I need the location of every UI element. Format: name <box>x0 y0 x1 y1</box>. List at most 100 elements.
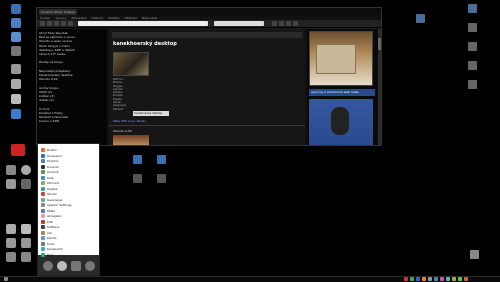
trash-icon[interactable] <box>11 46 21 56</box>
start-menu-footer <box>38 255 99 275</box>
pen-tool-icon[interactable] <box>11 64 21 74</box>
computer-icon[interactable] <box>11 4 21 14</box>
app-icon <box>41 214 45 218</box>
menu-help[interactable]: Nápověda <box>142 16 157 20</box>
app-icon <box>41 153 45 158</box>
section-screenshot[interactable] <box>113 135 149 145</box>
favorites-icon[interactable] <box>43 261 53 271</box>
tray-icon[interactable] <box>458 277 462 281</box>
addon-icon[interactable] <box>286 21 291 26</box>
reload-icon[interactable] <box>54 21 59 26</box>
app-icon <box>41 181 45 185</box>
app-icon <box>41 236 45 240</box>
tray-icon[interactable] <box>464 277 468 281</box>
drive-icon[interactable] <box>468 42 477 51</box>
user-icon[interactable] <box>21 224 31 234</box>
recent-icon[interactable] <box>85 261 95 271</box>
tray-icon[interactable] <box>404 277 408 281</box>
menu-view[interactable]: Zobrazení <box>71 16 86 20</box>
tray-icon[interactable] <box>440 277 444 281</box>
post-title[interactable]: kanekhoerský desktop <box>113 41 301 47</box>
screenshot-window <box>316 44 356 74</box>
home-folder-icon[interactable] <box>11 18 21 28</box>
tools-icon[interactable] <box>6 179 16 189</box>
blog-right-column: Aquí my z Aluminium web news <box>307 29 378 145</box>
download-icon[interactable] <box>272 21 277 26</box>
network-icon[interactable] <box>11 32 21 42</box>
browser-tab[interactable]: Kaushal Ghaar bloguje <box>39 8 77 15</box>
section-title[interactable]: Ubuntu 9.04 <box>113 129 132 133</box>
avatar-image[interactable] <box>309 99 373 145</box>
settings-icon[interactable] <box>293 21 298 26</box>
tray-icon[interactable] <box>422 277 426 281</box>
menu-tools[interactable]: Nástroje <box>125 16 138 20</box>
start-menu-item-label: Kaffeine <box>47 225 60 229</box>
home-icon[interactable] <box>68 21 73 26</box>
pencil-tool-icon[interactable] <box>11 94 21 104</box>
start-menu-item-label: Kcalc <box>47 241 55 246</box>
menu-edit[interactable]: Úpravy <box>56 16 67 20</box>
app-icon <box>41 225 45 229</box>
start-menu-item-label: Akregator <box>47 214 62 218</box>
applications-icon[interactable] <box>57 261 67 271</box>
tray-icon[interactable] <box>428 277 432 281</box>
tray-icon[interactable] <box>410 277 414 281</box>
tooltip: kanekhoerský desktop <box>133 111 169 116</box>
desktop-screenshot[interactable] <box>309 31 373 86</box>
start-menu-item-label: Help <box>47 252 54 257</box>
folder-icon[interactable] <box>6 252 16 262</box>
app-icon <box>41 203 45 207</box>
menu-file[interactable]: Soubor <box>40 16 51 20</box>
computer-icon[interactable] <box>71 261 81 271</box>
stop-icon[interactable] <box>61 21 66 26</box>
app-launcher-icon[interactable] <box>11 144 25 156</box>
folder-icon[interactable] <box>21 238 31 248</box>
start-menu-item[interactable]: Help <box>41 252 99 258</box>
back-icon[interactable] <box>40 21 45 26</box>
menu-history[interactable]: Historie <box>91 16 103 20</box>
forward-icon[interactable] <box>47 21 52 26</box>
menu-icon[interactable] <box>4 277 8 281</box>
folder-icon[interactable] <box>6 224 16 234</box>
computer-icon[interactable] <box>468 4 477 13</box>
start-menu-item-label: Kwrite <box>47 236 57 240</box>
drive-icon[interactable] <box>468 80 477 89</box>
folder-icon[interactable] <box>6 238 16 248</box>
computer-icon[interactable] <box>416 14 425 23</box>
desktop-icon[interactable] <box>157 174 166 183</box>
start-menu-item-label: Dolphin <box>47 159 59 163</box>
post-screenshot[interactable] <box>113 52 149 76</box>
url-input[interactable] <box>78 21 208 26</box>
avatar-figure <box>331 107 349 135</box>
tray-icon[interactable] <box>452 277 456 281</box>
start-menu-item-label: Konqueror <box>47 153 63 158</box>
tray-icon[interactable] <box>446 277 450 281</box>
menu-bookmarks[interactable]: Záložky <box>108 16 120 20</box>
folder-icon[interactable] <box>21 252 31 262</box>
scroll-thumb[interactable] <box>378 38 381 50</box>
start-menu-item-label: Okular <box>47 192 57 196</box>
bookmark-icon[interactable] <box>279 21 284 26</box>
blog-main: kanekhoerský desktop KDE 4.2 Plasma Oxygen… <box>109 29 305 145</box>
banner-heading[interactable]: Aquí my z Aluminium web news <box>309 89 375 96</box>
brush-tool-icon[interactable] <box>11 79 21 89</box>
desktop-icon[interactable] <box>157 155 166 164</box>
app-icon <box>41 192 45 196</box>
close-x-icon[interactable] <box>21 179 31 189</box>
drive-icon[interactable] <box>468 61 477 70</box>
trash-icon[interactable] <box>470 250 479 259</box>
app-icon <box>41 164 45 169</box>
search-input[interactable] <box>214 21 264 26</box>
drive-icon[interactable] <box>468 23 477 32</box>
shield-icon[interactable] <box>6 165 16 175</box>
tray-icon[interactable] <box>434 277 438 281</box>
display-icon[interactable] <box>11 109 21 119</box>
desktop-icon[interactable] <box>133 174 142 183</box>
app-icon <box>41 241 45 246</box>
help-icon[interactable] <box>21 165 31 175</box>
app-icon <box>41 148 45 152</box>
blog-navigation[interactable] <box>112 32 302 38</box>
tray-icon[interactable] <box>416 277 420 281</box>
post-tags[interactable]: Štítky: KDE, Linux, Ubuntu <box>113 120 146 123</box>
desktop-icon[interactable] <box>133 155 142 164</box>
